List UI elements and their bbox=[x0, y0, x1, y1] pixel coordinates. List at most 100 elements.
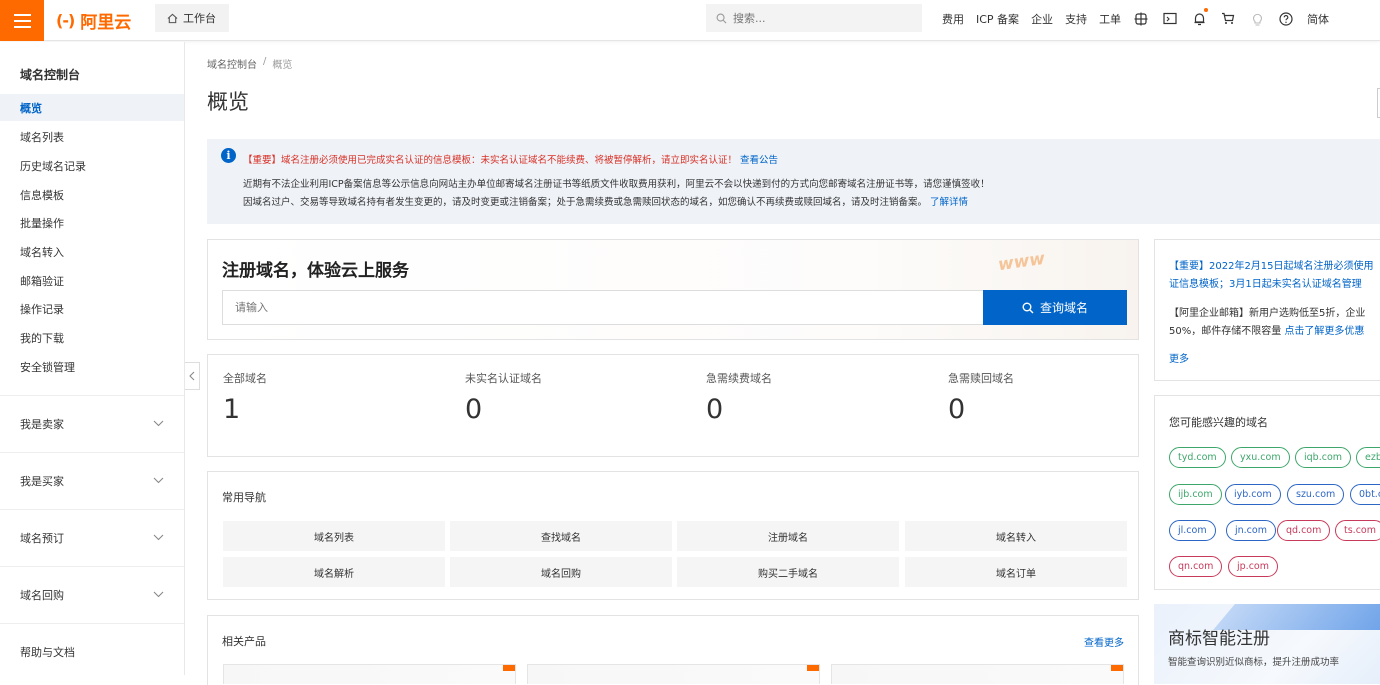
lightbulb-icon[interactable] bbox=[1249, 11, 1265, 27]
domain-tag[interactable]: jn.com bbox=[1226, 520, 1276, 541]
sidebar-group-buyer[interactable]: 我是买家 bbox=[0, 452, 184, 508]
nav-domain-list[interactable]: 域名列表 bbox=[223, 521, 445, 551]
sidebar-item-domain-list[interactable]: 域名列表 bbox=[0, 123, 184, 150]
news-item-1-line-1[interactable]: 【重要】2022年2月15日起域名注册必须使用 bbox=[1169, 257, 1374, 272]
stat-label: 急需续费域名 bbox=[706, 372, 772, 385]
news-item-2-text: 50%，邮件存储不限容量 bbox=[1169, 326, 1282, 337]
related-more-link[interactable]: 查看更多 bbox=[1084, 634, 1124, 649]
breadcrumb: 域名控制台 / 概览 bbox=[207, 56, 292, 71]
sidebar-item-downloads[interactable]: 我的下载 bbox=[0, 324, 184, 351]
sidebar-item-templates[interactable]: 信息模板 bbox=[0, 181, 184, 208]
domain-tag[interactable]: ijb.com bbox=[1169, 484, 1222, 505]
sidebar-title: 域名控制台 bbox=[20, 68, 81, 82]
sidebar-group-label: 域名回购 bbox=[20, 588, 64, 602]
link-icp[interactable]: ICP 备案 bbox=[976, 11, 1019, 27]
domain-tag[interactable]: 0bt.c bbox=[1350, 484, 1380, 505]
stat-all-domains[interactable]: 全部域名 1 bbox=[223, 370, 267, 425]
sidebar-item-batch[interactable]: 批量操作 bbox=[0, 209, 184, 236]
domain-tag[interactable]: qd.com bbox=[1277, 520, 1331, 541]
sidebar-item-history[interactable]: 历史域名记录 bbox=[0, 152, 184, 179]
quick-nav-title: 常用导航 bbox=[222, 491, 266, 504]
nav-transfer-in[interactable]: 域名转入 bbox=[905, 521, 1127, 551]
news-item-2-line-2: 50%，邮件存储不限容量 点击了解更多优惠 bbox=[1169, 322, 1364, 337]
suggested-domains-card: 您可能感兴趣的域名 tyd.com yxu.com iqb.com ezb ij… bbox=[1154, 395, 1380, 590]
related-product-tile[interactable] bbox=[223, 664, 516, 684]
stat-value: 0 bbox=[465, 394, 483, 425]
domain-tag[interactable]: szu.com bbox=[1287, 484, 1345, 505]
sidebar-group-label: 我是卖家 bbox=[20, 417, 64, 431]
domain-tag[interactable]: jl.com bbox=[1169, 520, 1216, 541]
stat-unverified-domains[interactable]: 未实名认证域名 0 bbox=[465, 370, 542, 425]
nav-find-domain[interactable]: 查找域名 bbox=[450, 521, 672, 551]
stat-renew-domains[interactable]: 急需续费域名 0 bbox=[706, 370, 772, 425]
nav-buy-secondhand[interactable]: 购买二手域名 bbox=[677, 557, 899, 587]
hamburger-menu-icon[interactable] bbox=[0, 0, 44, 41]
logo-mark: (-) bbox=[56, 10, 75, 30]
domain-search-input[interactable] bbox=[222, 290, 984, 325]
aliyun-logo[interactable]: (-) 阿里云 bbox=[56, 9, 131, 33]
home-icon bbox=[167, 13, 178, 23]
sidebar-item-email-verify[interactable]: 邮箱验证 bbox=[0, 267, 184, 294]
related-title: 相关产品 bbox=[222, 635, 266, 648]
breadcrumb-separator: / bbox=[263, 56, 267, 67]
stat-label: 全部域名 bbox=[223, 372, 267, 385]
sidebar-collapse-handle[interactable] bbox=[185, 362, 200, 390]
search-input[interactable] bbox=[733, 11, 903, 25]
nav-register-domain[interactable]: 注册域名 bbox=[677, 521, 899, 551]
trademark-subtitle: 智能查询识别近似商标，提升注册成功率 bbox=[1168, 657, 1340, 668]
breadcrumb-root[interactable]: 域名控制台 bbox=[207, 56, 257, 71]
www-decoration: www bbox=[996, 248, 1047, 276]
nav-dns-resolution[interactable]: 域名解析 bbox=[223, 557, 445, 587]
stat-redeem-domains[interactable]: 急需赎回域名 0 bbox=[948, 370, 1014, 425]
sidebar-group-seller[interactable]: 我是卖家 bbox=[0, 395, 184, 451]
link-support[interactable]: 支持 bbox=[1065, 11, 1087, 27]
domain-tag[interactable]: jp.com bbox=[1228, 556, 1278, 577]
sidebar-item-security-lock[interactable]: 安全锁管理 bbox=[0, 353, 184, 380]
sidebar-help-docs[interactable]: 帮助与文档 bbox=[0, 623, 184, 679]
sidebar-item-overview[interactable]: 概览 bbox=[0, 94, 184, 121]
domain-tag[interactable]: tyd.com bbox=[1169, 447, 1226, 468]
suggested-domains-title: 您可能感兴趣的域名 bbox=[1169, 416, 1268, 429]
link-fees[interactable]: 费用 bbox=[942, 11, 964, 27]
trademark-banner[interactable]: 商标智能注册 智能查询识别近似商标，提升注册成功率 bbox=[1154, 604, 1380, 684]
domain-tag[interactable]: iyb.com bbox=[1225, 484, 1281, 505]
sidebar-group-buyback[interactable]: 域名回购 bbox=[0, 566, 184, 622]
domain-tag[interactable]: qn.com bbox=[1169, 556, 1223, 577]
chevron-down-icon bbox=[153, 420, 164, 427]
terminal-icon[interactable] bbox=[1162, 11, 1178, 27]
breadcrumb-current: 概览 bbox=[272, 60, 293, 71]
global-search[interactable] bbox=[706, 4, 922, 32]
sidebar-group-preorder[interactable]: 域名预订 bbox=[0, 509, 184, 565]
notice-important-link[interactable]: 查看公告 bbox=[740, 155, 778, 166]
help-icon[interactable] bbox=[1278, 11, 1294, 27]
link-enterprise[interactable]: 企业 bbox=[1031, 11, 1053, 27]
nav-buyback[interactable]: 域名回购 bbox=[450, 557, 672, 587]
nav-domain-orders[interactable]: 域名订单 bbox=[905, 557, 1127, 587]
stat-label: 急需赎回域名 bbox=[948, 372, 1014, 385]
domain-tag[interactable]: ts.com bbox=[1335, 520, 1380, 541]
workbench-button[interactable]: 工作台 bbox=[155, 4, 229, 32]
related-product-tile[interactable] bbox=[527, 664, 820, 684]
trademark-title: 商标智能注册 bbox=[1168, 629, 1270, 649]
sidebar-item-operation-log[interactable]: 操作记录 bbox=[0, 295, 184, 322]
related-product-tile[interactable] bbox=[831, 664, 1124, 684]
domain-tag[interactable]: iqb.com bbox=[1295, 447, 1352, 468]
sidebar-help-label: 帮助与文档 bbox=[20, 645, 75, 659]
link-ticket[interactable]: 工单 bbox=[1099, 11, 1121, 27]
news-item-2-link[interactable]: 点击了解更多优惠 bbox=[1284, 326, 1364, 337]
language-switch[interactable]: 简体 bbox=[1307, 11, 1329, 27]
domain-tag[interactable]: ezb bbox=[1356, 447, 1380, 468]
news-more-link[interactable]: 更多 bbox=[1169, 350, 1189, 365]
domain-tag[interactable]: yxu.com bbox=[1231, 447, 1290, 468]
chevron-down-icon bbox=[153, 534, 164, 541]
group-icon[interactable] bbox=[1133, 11, 1149, 27]
sidebar-item-transfer-in[interactable]: 域名转入 bbox=[0, 238, 184, 265]
query-domain-button[interactable]: 查询域名 bbox=[983, 290, 1127, 325]
chevron-down-icon bbox=[153, 477, 164, 484]
bell-icon[interactable] bbox=[1191, 7, 1209, 27]
news-item-1-line-2[interactable]: 证信息模板；3月1日起未实名认证域名管理 bbox=[1169, 275, 1362, 290]
cart-icon[interactable] bbox=[1220, 11, 1236, 27]
stat-value: 1 bbox=[223, 394, 241, 425]
workbench-label: 工作台 bbox=[183, 12, 216, 25]
notice-details-link[interactable]: 了解详情 bbox=[930, 197, 968, 208]
